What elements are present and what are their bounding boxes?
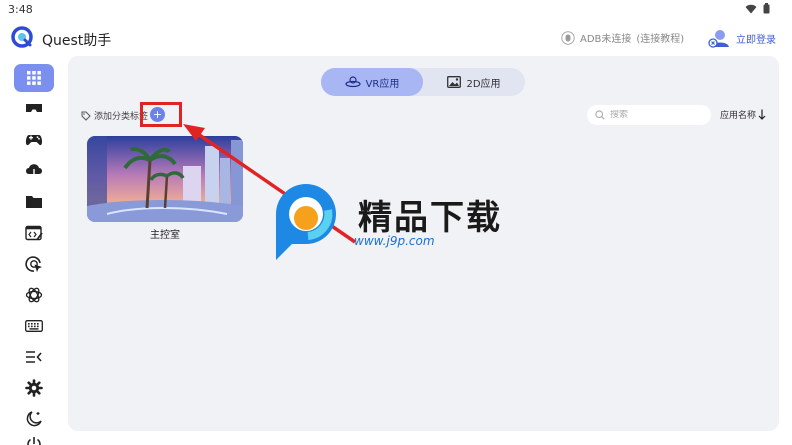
adb-status-text: ADB未连接 — [580, 34, 632, 45]
nav-settings[interactable] — [14, 374, 54, 402]
app-type-tabs: VR应用 2D应用 — [321, 68, 525, 96]
nav-games[interactable] — [14, 126, 54, 154]
grid-icon — [27, 71, 41, 85]
gamepad-icon — [25, 135, 43, 146]
sort-by-name[interactable]: 应用名称 — [720, 108, 766, 121]
collapse-menu-icon — [26, 351, 42, 363]
folder-icon — [26, 196, 42, 208]
keyboard-icon — [25, 320, 43, 332]
title-bar: Quest助手 ADB未连接 (连接教程) 立即登录 — [0, 22, 792, 54]
nav-developer[interactable] — [14, 219, 54, 247]
vr-headset-icon — [26, 104, 42, 112]
nav-collapse[interactable] — [14, 343, 54, 371]
search-box[interactable] — [587, 105, 711, 125]
add-category-tag[interactable]: 添加分类标签 — [81, 109, 148, 122]
search-input[interactable] — [610, 110, 698, 120]
app-title: Quest助手 — [42, 33, 112, 49]
nav-vr-devices[interactable] — [14, 95, 54, 123]
code-edit-icon — [25, 225, 43, 241]
login-label: 立即登录 — [736, 34, 776, 46]
arrow-down-icon — [758, 109, 766, 120]
cursor-target-icon — [25, 256, 42, 272]
add-tag-button[interactable]: + — [150, 107, 165, 122]
status-time: 3:48 — [8, 3, 33, 16]
login-button[interactable]: 立即登录 — [708, 27, 776, 49]
sort-label: 应用名称 — [720, 111, 757, 121]
main-panel: VR应用 2D应用 添加分类标签 + 应用名称 — [68, 56, 779, 431]
nav-power[interactable] — [14, 430, 54, 445]
night-mode-icon — [26, 411, 42, 427]
adb-help-link[interactable]: (连接教程) — [636, 30, 684, 45]
app-thumbnail — [87, 136, 243, 222]
search-icon — [595, 110, 605, 120]
adb-status[interactable]: ADB未连接 (连接教程) — [561, 30, 684, 45]
nav-ai[interactable] — [14, 281, 54, 309]
adb-device-icon — [561, 30, 575, 45]
image-icon — [447, 76, 462, 88]
battery-icon — [763, 3, 770, 14]
add-tag-label: 添加分类标签 — [94, 112, 149, 122]
nav-keyboard[interactable] — [14, 312, 54, 340]
nav-theme[interactable] — [14, 405, 54, 433]
cloud-download-icon — [26, 164, 42, 179]
vr-app-icon — [344, 76, 361, 88]
status-icons — [745, 3, 770, 14]
user-avatar-icon — [708, 30, 729, 48]
status-bar: 3:48 — [0, 0, 792, 20]
app-name: 主控室 — [150, 230, 180, 241]
wifi-icon — [745, 4, 757, 13]
nav-files[interactable] — [14, 188, 54, 216]
tab-2d-apps-label: 2D应用 — [466, 78, 501, 90]
tag-icon — [81, 111, 91, 121]
nav-cast[interactable] — [14, 250, 54, 278]
openai-icon — [25, 287, 43, 303]
sidebar — [12, 62, 56, 445]
settings-gear-icon — [25, 379, 43, 397]
tab-2d-apps[interactable]: 2D应用 — [423, 68, 525, 96]
nav-downloads[interactable] — [14, 157, 54, 185]
power-icon — [27, 437, 41, 445]
tab-vr-apps[interactable]: VR应用 — [321, 68, 423, 96]
nav-apps[interactable] — [14, 64, 54, 92]
app-logo-icon — [11, 26, 33, 48]
tab-vr-apps-label: VR应用 — [365, 78, 400, 90]
app-card[interactable]: 主控室 — [87, 136, 243, 241]
